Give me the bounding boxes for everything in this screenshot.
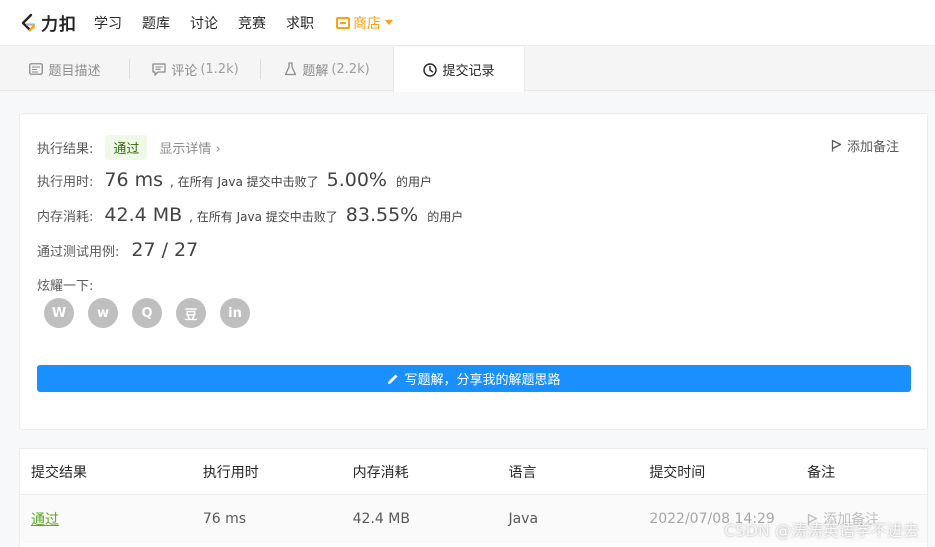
tab-submissions-label: 提交记录: [442, 64, 495, 79]
memory-beat-text: , 在所有 Java 提交中击败了: [189, 210, 338, 224]
qq-icon[interactable]: Q: [132, 298, 162, 328]
memory-value: 42.4 MB: [104, 204, 183, 226]
memory-suffix: 的用户: [427, 210, 464, 224]
tab-solutions-count: (2.2k): [331, 61, 370, 77]
wechat-icon[interactable]: W: [44, 298, 74, 328]
header-memory: 内存消耗: [352, 464, 409, 481]
leetcode-logo-icon: [21, 13, 36, 31]
memory-row: 内存消耗: 42.4 MB , 在所有 Java 提交中击败了 83.55% 的…: [37, 204, 463, 226]
testcases-value: 27 / 27: [131, 239, 199, 261]
status-badge: 通过: [105, 135, 148, 160]
tab-solutions-label: 题解: [302, 63, 329, 79]
row-language: Java: [508, 511, 539, 527]
row-runtime: 76 ms: [202, 511, 247, 527]
runtime-suffix: 的用户: [395, 175, 432, 189]
nav-item-problems[interactable]: 题库: [142, 13, 170, 33]
header-runtime: 执行用时: [202, 464, 259, 481]
table-header: 提交结果 执行用时 内存消耗 语言 提交时间 备注: [20, 449, 927, 495]
result-status-row: 执行结果: 通过 显示详情 ›: [37, 135, 221, 160]
add-note-label: 添加备注: [846, 140, 899, 155]
pencil-icon: [387, 373, 399, 385]
memory-percentile: 83.55%: [345, 204, 419, 226]
memory-label: 内存消耗:: [37, 210, 94, 225]
weibo-icon[interactable]: w: [88, 298, 118, 328]
flag-icon: [831, 139, 842, 152]
nav-item-learn[interactable]: 学习: [94, 13, 122, 33]
share-label: 炫耀一下:: [37, 279, 94, 294]
description-icon: [29, 63, 44, 75]
header-result: 提交结果: [31, 464, 87, 481]
status-label: 执行结果:: [37, 142, 94, 157]
logo-text: 力扣: [41, 15, 77, 35]
row-result-link[interactable]: 通过: [20, 509, 203, 529]
runtime-beat-text: , 在所有 Java 提交中击败了: [170, 175, 319, 189]
tab-comments-label: 评论: [171, 63, 198, 79]
runtime-percentile: 5.00%: [326, 169, 387, 191]
csdn-watermark: CSDN @涛涛英语学不进去: [724, 521, 919, 540]
header-note: 备注: [807, 464, 836, 481]
problem-tabs: 题目描述 评论 (1.2k) 题解 (2.2k) 提交记录: [0, 47, 935, 92]
runtime-value: 76 ms: [104, 169, 164, 191]
add-note-button[interactable]: 添加备注: [831, 136, 899, 155]
nav-shop-label: 商店: [353, 15, 381, 32]
nav-item-jobs[interactable]: 求职: [286, 13, 314, 33]
header-time: 提交时间: [649, 464, 706, 481]
testcases-label: 通过测试用例:: [37, 245, 120, 260]
write-solution-label: 写题解，分享我的解题思路: [404, 373, 561, 388]
top-nav: 力扣 学习 题库 讨论 竞赛 求职 商店: [0, 0, 935, 46]
leetcode-logo[interactable]: 力扣: [18, 10, 82, 35]
shop-icon: [336, 16, 350, 29]
clock-icon: [423, 62, 438, 77]
tab-solutions[interactable]: 题解 (2.2k): [261, 47, 393, 91]
write-solution-button[interactable]: 写题解，分享我的解题思路: [37, 365, 911, 392]
tab-comments[interactable]: 评论 (1.2k): [130, 47, 261, 91]
tab-description-label: 题目描述: [48, 63, 101, 79]
submission-result-card: 执行结果: 通过 显示详情 › 添加备注 执行用时: 76 ms , 在所有 J…: [19, 113, 928, 430]
nav-item-shop[interactable]: 商店: [336, 13, 393, 33]
flask-icon: [284, 62, 297, 76]
douban-icon[interactable]: 豆: [176, 298, 206, 328]
tab-comments-count: (1.2k): [200, 61, 239, 77]
chevron-down-icon: [385, 20, 393, 25]
linkedin-icon[interactable]: in: [220, 298, 250, 328]
nav-item-contest[interactable]: 竞赛: [238, 13, 266, 33]
nav-item-discuss[interactable]: 讨论: [190, 13, 218, 33]
row-memory: 42.4 MB: [352, 511, 410, 527]
show-details-link[interactable]: 显示详情 ›: [159, 138, 220, 157]
share-buttons: W w Q 豆 in: [44, 298, 264, 328]
testcases-row: 通过测试用例: 27 / 27: [37, 239, 198, 261]
header-language: 语言: [508, 464, 537, 481]
runtime-row: 执行用时: 76 ms , 在所有 Java 提交中击败了 5.00% 的用户: [37, 169, 432, 191]
share-row-label: 炫耀一下:: [37, 275, 93, 294]
runtime-label: 执行用时:: [37, 175, 94, 190]
tab-submissions[interactable]: 提交记录: [393, 47, 525, 92]
comment-icon: [152, 62, 166, 76]
tab-description[interactable]: 题目描述: [0, 47, 130, 91]
